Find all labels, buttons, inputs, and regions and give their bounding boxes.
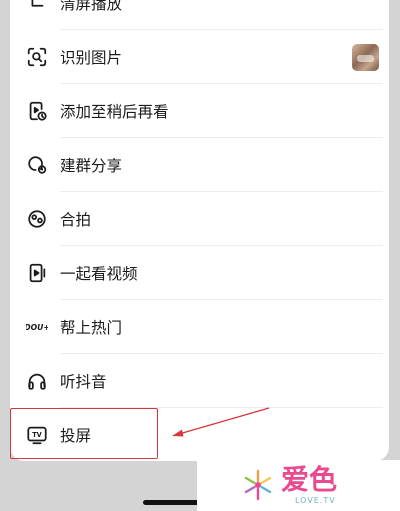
menu-item-watch-together[interactable]: 一起看视频 (10, 246, 389, 300)
clear-screen-icon (26, 0, 48, 14)
menu-item-label: 添加至稍后再看 (60, 103, 169, 121)
snowflake-logo-icon (244, 469, 272, 501)
scan-image-icon (26, 46, 48, 68)
menu-item-label: 听抖音 (60, 373, 107, 391)
menu-item-dou-plus[interactable]: DOU+ 帮上热门 (10, 300, 389, 354)
menu-item-watch-later[interactable]: 添加至稍后再看 (10, 84, 389, 138)
more-options-sheet: 清屏播放 识别图片 添加至稍后再看 建群分享 合拍 一起看视频 OU 帮上热门 … (10, 0, 389, 461)
dou-plus-icon: DOU+ (26, 316, 48, 338)
group-share-icon (26, 154, 48, 176)
annotation-arrow (172, 407, 270, 437)
menu-item-label: 合拍 (60, 211, 92, 229)
cast-screen-highlight-box (10, 408, 158, 459)
menu-item-label: 一起看视频 (60, 265, 138, 283)
watch-together-icon (26, 262, 48, 284)
watermark: 爱色 LOVE.TV (197, 460, 400, 511)
dou-plus-icon-text: DOU+ (26, 323, 48, 332)
headphones-icon (26, 370, 48, 392)
watch-later-icon (26, 100, 48, 122)
menu-item-label: 帮上热门 (60, 319, 123, 337)
menu-item-label: 建群分享 (60, 157, 123, 175)
menu-item-group-share[interactable]: 建群分享 (10, 138, 389, 192)
watermark-subtitle: LOVE.TV (295, 496, 336, 505)
menu-item-clear-screen[interactable]: 清屏播放 (10, 0, 389, 30)
recognized-image-thumbnail[interactable] (352, 44, 379, 71)
menu-item-scan-image[interactable]: 识别图片 (10, 30, 389, 84)
menu-item-label: 清屏播放 (60, 0, 123, 13)
duet-icon (26, 208, 48, 230)
watermark-brand: 爱色 (281, 463, 338, 496)
menu-item-label: 识别图片 (60, 49, 123, 67)
menu-item-duet[interactable]: 合拍 (10, 192, 389, 246)
